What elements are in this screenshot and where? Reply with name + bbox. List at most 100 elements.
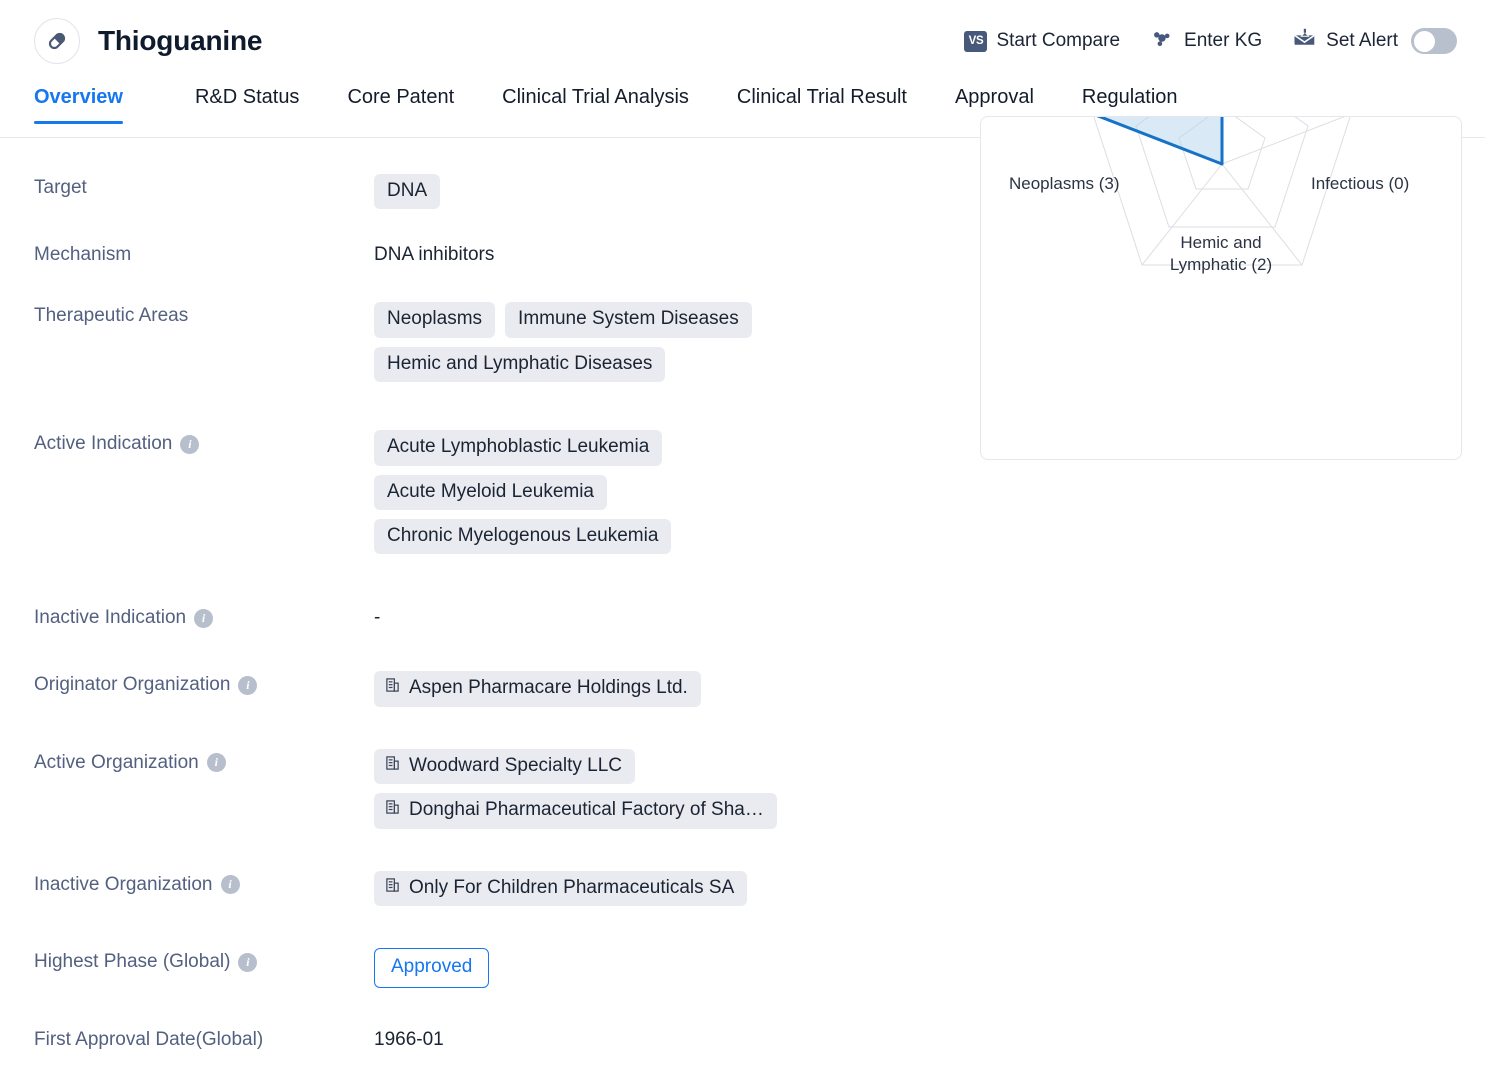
toggle-knob (1413, 30, 1435, 52)
chip-organization[interactable]: Woodward Specialty LLC (374, 748, 635, 785)
chip-active-indication[interactable]: Acute Lymphoblastic Leukemia (374, 430, 663, 466)
field-active-organization-text: Active Organization (34, 751, 199, 773)
field-active-indication-text: Active Indication (34, 433, 173, 455)
field-target: Target DNA (34, 174, 960, 210)
tab-core-patent-label: Core Patent (347, 86, 455, 108)
chip-organization-label: Aspen Pharmacare Holdings Ltd. (409, 677, 688, 699)
set-alert-label: Set Alert (1326, 30, 1398, 51)
field-inactive-organization-label: Inactive Organization i (34, 871, 374, 896)
tab-regulation-label: Regulation (1081, 86, 1178, 108)
field-inactive-organization-text: Inactive Organization (34, 873, 213, 895)
field-active-organization-label: Active Organization i (34, 749, 374, 774)
info-icon[interactable]: i (220, 875, 240, 895)
building-icon (385, 799, 400, 821)
field-active-organization: Active Organization i Woodward Specialty… (34, 748, 960, 829)
mail-alert-icon (1292, 27, 1317, 56)
chip-organization[interactable]: Only For Children Pharmaceuticals SA (374, 870, 748, 907)
chip-organization[interactable]: Aspen Pharmacare Holdings Ltd. (374, 671, 701, 707)
field-mechanism-value: DNA inhibitors (374, 241, 494, 266)
field-inactive-organization: Inactive Organization i Only For Childre… (34, 870, 960, 907)
info-icon[interactable]: i (238, 952, 258, 972)
chip-therapeutic-area[interactable]: Neoplasms (374, 302, 496, 338)
overview-field-list: Target DNA Mechanism DNA inhibitors Ther… (0, 138, 960, 1051)
field-first-approval-date: First Approval Date(Global) 1966-01 (34, 1026, 960, 1051)
chip-organization-label: Woodward Specialty LLC (409, 754, 622, 776)
field-target-label: Target (34, 177, 87, 198)
field-active-indication-value: Acute Lymphoblastic Leukemia Acute Myelo… (374, 430, 704, 555)
field-inactive-indication-value: - (374, 604, 380, 629)
tab-overview-label: Overview (34, 86, 123, 108)
start-compare-button[interactable]: VS Start Compare (964, 30, 1120, 52)
enter-kg-button[interactable]: Enter KG (1150, 26, 1262, 56)
field-therapeutic-areas-value: Neoplasms Immune System Diseases Hemic a… (374, 302, 934, 383)
field-highest-phase-text: Highest Phase (Global) (34, 951, 231, 973)
field-highest-phase-value: Approved (374, 948, 490, 989)
therapeutic-area-radar-chart (1093, 117, 1351, 266)
tab-core-patent[interactable]: Core Patent (323, 82, 478, 123)
chip-organization-label: Donghai Pharmaceutical Factory of Sha… (409, 799, 764, 821)
tab-clinical-trial-analysis-label: Clinical Trial Analysis (502, 86, 689, 108)
radar-label-infectious: Infectious (0) (1311, 174, 1410, 193)
set-alert-button[interactable]: Set Alert (1292, 27, 1457, 56)
page-title: Thioguanine (98, 25, 263, 56)
tab-approval-label: Approval (954, 86, 1034, 108)
pill-capsule-icon (34, 18, 80, 64)
tab-clinical-trial-result-label: Clinical Trial Result (736, 86, 907, 108)
chip-therapeutic-area[interactable]: Hemic and Lymphatic Diseases (374, 346, 666, 383)
field-highest-phase: Highest Phase (Global) i Approved (34, 948, 960, 989)
field-inactive-indication-text: Inactive Indication (34, 607, 187, 629)
field-highest-phase-label: Highest Phase (Global) i (34, 948, 374, 973)
info-icon[interactable]: i (238, 675, 258, 695)
tab-rd-status-label: R&D Status (194, 86, 300, 108)
inactive-indication-text: - (374, 607, 381, 629)
vs-badge-icon: VS (964, 30, 988, 52)
set-alert-toggle[interactable] (1411, 28, 1457, 54)
field-mechanism: Mechanism DNA inhibitors (34, 241, 960, 266)
field-therapeutic-areas-label: Therapeutic Areas (34, 305, 189, 327)
radar-label-hemic-lymphatic: Hemic and Lymphatic (2) (1169, 233, 1273, 275)
field-inactive-indication: Inactive Indication i - (34, 604, 960, 629)
field-therapeutic-areas: Therapeutic Areas Neoplasms Immune Syste… (34, 302, 960, 383)
field-mechanism-label: Mechanism (34, 244, 132, 266)
first-approval-date-text: 1966-01 (374, 1029, 444, 1051)
field-originator-organization-value: Aspen Pharmacare Holdings Ltd. (374, 671, 701, 707)
field-inactive-indication-label: Inactive Indication i (34, 604, 374, 629)
chip-therapeutic-area[interactable]: Immune System Diseases (505, 302, 752, 338)
field-target-value: DNA (374, 174, 441, 210)
tab-rd-status[interactable]: R&D Status (171, 82, 323, 123)
header-actions: VS Start Compare Enter KG Set Alert (964, 26, 1465, 56)
field-originator-organization-label: Originator Organization i (34, 671, 374, 696)
building-icon (385, 877, 400, 899)
field-first-approval-date-value: 1966-01 (374, 1026, 444, 1051)
radar-label-neoplasms: Neoplasms (3) (1009, 174, 1120, 193)
field-active-organization-value: Woodward Specialty LLC Donghai Pharmaceu… (374, 748, 844, 829)
info-icon[interactable]: i (194, 608, 214, 628)
chip-organization-label: Only For Children Pharmaceuticals SA (409, 876, 735, 898)
building-icon (385, 677, 400, 699)
chip-active-indication[interactable]: Acute Myeloid Leukemia (374, 474, 607, 511)
field-first-approval-date-label: First Approval Date(Global) (34, 1029, 264, 1051)
tab-clinical-trial-analysis[interactable]: Clinical Trial Analysis (478, 82, 713, 123)
enter-kg-label: Enter KG (1184, 30, 1263, 51)
mechanism-text: DNA inhibitors (374, 244, 495, 266)
field-originator-organization: Originator Organization i Aspen Pharmaca… (34, 671, 960, 707)
field-inactive-organization-value: Only For Children Pharmaceuticals SA (374, 870, 748, 907)
brand-block: Thioguanine (34, 18, 262, 64)
field-originator-organization-text: Originator Organization (34, 674, 231, 696)
tab-overview[interactable]: Overview (34, 82, 147, 124)
info-icon[interactable]: i (180, 434, 200, 454)
start-compare-label: Start Compare (996, 30, 1121, 51)
therapeutic-area-radar-card: Neoplasms (3) Infectious (0) Hemic and Ly… (980, 116, 1462, 460)
field-active-indication: Active Indication i Acute Lymphoblastic … (34, 430, 960, 555)
chip-organization[interactable]: Donghai Pharmaceutical Factory of Sha… (374, 793, 777, 829)
page-header: Thioguanine VS Start Compare Enter KG Se… (0, 0, 1485, 82)
highest-phase-button[interactable]: Approved (374, 948, 490, 989)
chip-active-indication[interactable]: Chronic Myelogenous Leukemia (374, 519, 672, 555)
radar-series-polygon (1096, 117, 1224, 166)
overview-body: Neoplasms (3) Infectious (0) Hemic and Ly… (0, 116, 1485, 1051)
tab-clinical-trial-result[interactable]: Clinical Trial Result (713, 82, 931, 123)
chip-target-dna[interactable]: DNA (374, 174, 441, 210)
field-active-indication-label: Active Indication i (34, 430, 374, 455)
building-icon (385, 755, 400, 777)
info-icon[interactable]: i (206, 753, 226, 773)
